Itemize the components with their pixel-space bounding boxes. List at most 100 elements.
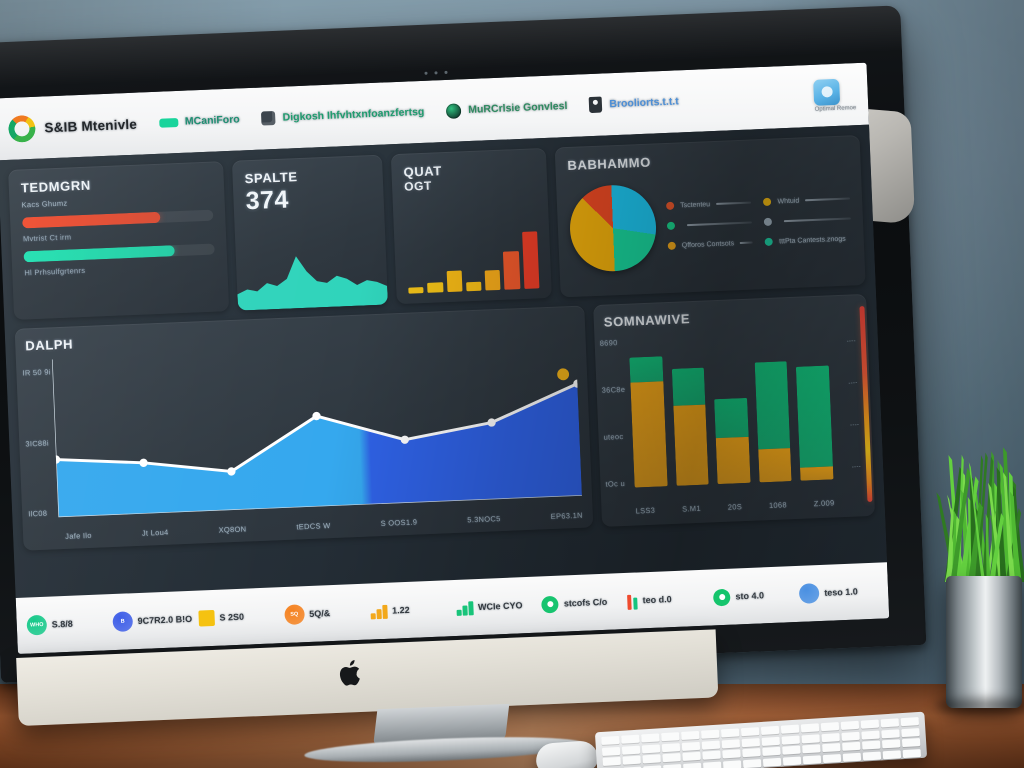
axis-tick-label: EP63.1N <box>550 511 582 521</box>
stacked-bar[interactable] <box>671 368 708 486</box>
progress-caption-1: Mvtrist Ct irm <box>23 227 214 244</box>
kpi-card-minibars[interactable]: QUAT OGT <box>391 148 552 304</box>
legend-label: Whtuid <box>777 197 799 205</box>
dashboard-body: TEDMGRN Kacs Ghumz Mvtrist Ct irm Hl Prh… <box>0 125 887 598</box>
key <box>622 745 640 754</box>
minibar <box>408 287 423 293</box>
axis-tick-label: IlC08 <box>28 508 57 518</box>
status-label: 5Q/& <box>309 608 330 619</box>
legend-item[interactable] <box>667 218 753 229</box>
legend-label: Qfforos Contsots <box>682 240 735 249</box>
bar-segment-green <box>754 361 790 449</box>
status-label: sto 4.0 <box>735 590 764 601</box>
stacked-bar[interactable] <box>754 361 791 482</box>
key <box>902 728 920 737</box>
legend-dot-icon <box>764 218 772 226</box>
axis-tick-label: IR 50 9i <box>22 367 51 377</box>
bar-chart-card[interactable]: SOMNAWIVE 8690 36C8e uteoc tOc u LSS3 S.M1 20… <box>593 294 875 527</box>
status-item[interactable]: WHO S.8/8 <box>26 612 106 635</box>
key <box>821 722 839 731</box>
chart-row: DALPH IR 50 9i 3IC88i IlC08 Jafe Ilo Jt Lou… <box>15 294 875 551</box>
bar-chart-right-ticks: ---- ---- ---- ---- <box>847 338 862 470</box>
plant-leaves-icon <box>930 430 1024 590</box>
status-item[interactable]: S 2S0 <box>198 607 277 626</box>
gauge-tick-label: ---- <box>850 422 859 428</box>
kpi-card-progress[interactable]: TEDMGRN Kacs Ghumz Mvtrist Ct irm Hl Prh… <box>8 161 229 320</box>
key <box>862 741 880 750</box>
key <box>663 764 681 768</box>
key <box>702 751 720 760</box>
bar-segment-green <box>671 368 705 407</box>
key <box>742 738 760 747</box>
axis-tick-label: 3IC88i <box>25 438 54 448</box>
key <box>761 726 779 735</box>
key <box>803 755 821 764</box>
screen-content: S&IB Mtenivle MCaniForo Digkosh Ihfvhtxn… <box>0 63 889 654</box>
key <box>801 723 819 732</box>
key <box>901 717 919 726</box>
key <box>642 754 660 763</box>
key <box>762 736 780 745</box>
key <box>621 735 639 744</box>
nav-item-3[interactable]: Brooliorts.t.t.t <box>589 93 679 113</box>
app-tile-button[interactable]: Optimal Remoe <box>813 78 856 113</box>
key <box>702 740 720 749</box>
minibar <box>466 282 482 291</box>
stacked-bar[interactable] <box>796 365 833 480</box>
stacked-bar[interactable] <box>714 397 750 484</box>
progress-track-1 <box>22 210 213 229</box>
bar-segment-amber <box>800 466 833 481</box>
axis-tick-label: tOc u <box>605 479 629 489</box>
legend-item[interactable] <box>764 214 851 226</box>
status-label: 9C7R2.0 B!O <box>137 614 192 626</box>
nav-item-1[interactable]: Digkosh Ihfvhtxnfoanzfertsg <box>261 105 424 126</box>
step-bar <box>456 609 461 615</box>
key <box>863 751 881 760</box>
app-tile-caption: Optimal Remoe <box>815 105 857 113</box>
nav-item-2[interactable]: MuRCrlsie Gonvlesl <box>446 98 568 118</box>
status-item[interactable]: sto 4.0 <box>713 586 793 606</box>
legend-item[interactable]: tttPta Cantests.znogs <box>765 234 852 246</box>
bar-segment-green <box>796 365 833 467</box>
area-chart-card[interactable]: DALPH IR 50 9i 3IC88i IlC08 Jafe Ilo Jt Lou… <box>15 305 594 550</box>
stacked-bar[interactable] <box>629 356 667 488</box>
red-green-pair-icon <box>627 592 638 609</box>
key <box>841 721 859 730</box>
brand[interactable]: S&IB Mtenivle <box>8 110 138 142</box>
key <box>822 743 840 752</box>
status-item[interactable]: teso 1.0 <box>799 581 879 604</box>
green-ring-icon <box>541 595 559 613</box>
blue-circle-icon <box>799 583 820 604</box>
bar-chart-y-axis: 8690 36C8e uteoc tOc u <box>600 338 630 489</box>
status-item[interactable]: stcofs C/o <box>541 593 621 613</box>
kpi-card-sparkline[interactable]: SPALTE 374 <box>232 155 388 311</box>
status-item[interactable]: teo d.0 <box>627 589 707 609</box>
key <box>822 733 840 742</box>
vertical-gauge <box>859 306 872 502</box>
bar-segment-amber <box>630 381 667 487</box>
kpi-card-pie[interactable]: BABHAMMO Tsctenteu Whtuid Qfforos Contsots… <box>555 135 866 297</box>
key <box>881 718 899 727</box>
key <box>723 760 741 768</box>
key <box>742 748 760 757</box>
pair-bar <box>627 594 632 609</box>
legend-item[interactable]: Qfforos Contsots <box>668 238 754 249</box>
progress-fill-1 <box>22 212 160 229</box>
amber-step-icon <box>370 603 388 619</box>
status-item[interactable]: B 9C7R2.0 B!O <box>112 609 192 632</box>
card-title: TEDMGRN <box>21 173 212 196</box>
status-item[interactable]: 1.22 <box>370 601 449 619</box>
axis-tick-label: XQ8ON <box>218 525 246 535</box>
legend-item[interactable]: Tsctenteu <box>666 199 752 210</box>
legend-item[interactable]: Whtuid <box>763 194 850 206</box>
axis-tick-label: uteoc <box>603 432 627 442</box>
area-chart-y-axis: IR 50 9i 3IC88i IlC08 <box>22 367 56 518</box>
pair-bar <box>634 597 638 609</box>
nav-item-0[interactable]: MCaniForo <box>159 113 240 128</box>
minibar-chart <box>406 226 539 293</box>
status-item[interactable]: WCIe CYO <box>456 597 535 615</box>
step-bar <box>382 604 388 618</box>
key <box>862 730 880 739</box>
key <box>861 720 879 729</box>
status-item[interactable]: SQ 5Q/& <box>284 602 364 625</box>
